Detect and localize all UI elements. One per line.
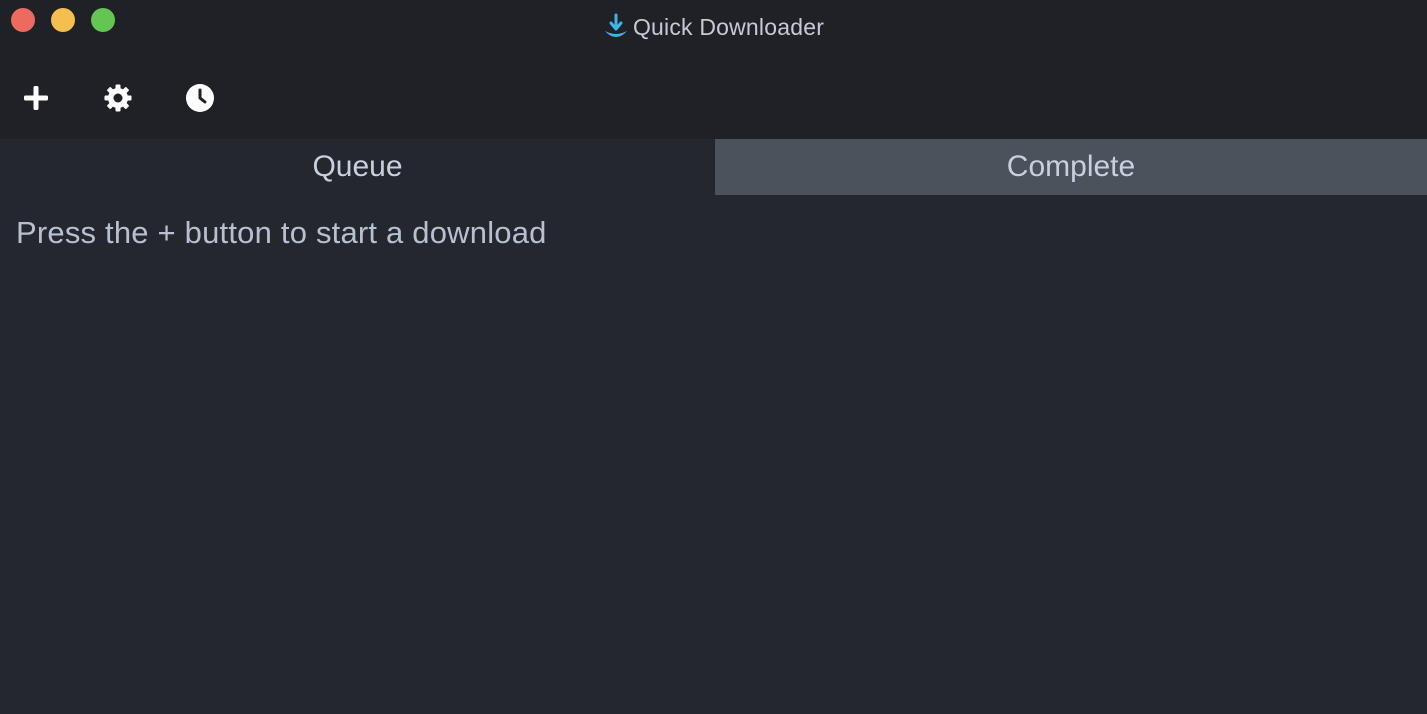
empty-state-message: Press the + button to start a download [16,215,547,250]
add-download-button[interactable] [18,80,54,116]
tab-queue-label: Queue [312,150,403,183]
gear-icon [104,84,132,112]
download-list-area: Press the + button to start a download [0,195,1427,714]
window-title-text: Quick Downloader [632,14,825,40]
plus-icon [24,86,48,110]
settings-button[interactable] [100,80,136,116]
tab-bar: Queue Complete [0,139,1427,195]
app-window: Quick Downloader Queue Complete Press th… [0,0,1427,714]
history-button[interactable] [182,80,218,116]
download-arrow-icon [604,13,627,37]
titlebar: Quick Downloader [0,0,1427,139]
tab-complete[interactable]: Complete [715,139,1427,195]
clock-icon [186,84,214,112]
window-title: Quick Downloader [0,12,1427,42]
tab-complete-label: Complete [1006,150,1136,183]
tab-queue[interactable]: Queue [0,139,715,195]
